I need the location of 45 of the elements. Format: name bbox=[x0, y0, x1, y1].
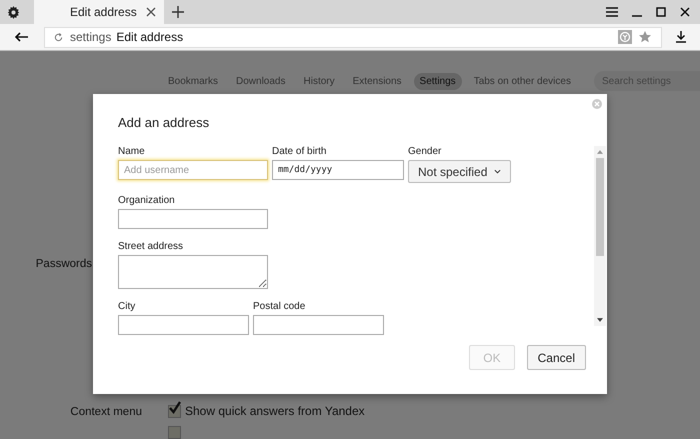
field-label: Name bbox=[118, 146, 145, 157]
section-label: Passwords bbox=[34, 257, 92, 270]
settings-tab[interactable]: Extensions bbox=[346, 72, 408, 90]
field-label: Date of birth bbox=[272, 146, 326, 157]
checkbox[interactable] bbox=[168, 426, 181, 439]
dialog-title: Add an address bbox=[118, 115, 210, 130]
browser-tab[interactable]: Edit address bbox=[34, 0, 164, 24]
field-label: Postal code bbox=[253, 301, 306, 312]
dialog-button[interactable]: Cancel bbox=[526, 345, 586, 370]
close-icon[interactable] bbox=[146, 7, 156, 17]
url-prefix: settings bbox=[70, 30, 112, 44]
section-label: Context menu bbox=[69, 405, 142, 418]
settings-tab[interactable]: Tabs on other devices bbox=[468, 72, 577, 90]
field-label: Street address bbox=[118, 241, 184, 252]
address-bar[interactable]: settings Edit address bbox=[44, 26, 662, 48]
plus-icon[interactable] bbox=[172, 6, 184, 18]
scroll-down-arrow-icon[interactable] bbox=[597, 318, 603, 322]
download-icon[interactable] bbox=[676, 31, 686, 43]
field-label: Organization bbox=[118, 195, 175, 206]
field-label: City bbox=[118, 301, 136, 312]
scroll-up-arrow-icon[interactable] bbox=[597, 150, 603, 154]
reload-icon[interactable] bbox=[54, 32, 63, 42]
input-field[interactable] bbox=[118, 209, 268, 229]
chevron-down-icon bbox=[494, 169, 502, 174]
star-icon[interactable] bbox=[639, 31, 651, 43]
page-title: Edit address bbox=[116, 30, 184, 44]
field-label: Gender bbox=[408, 146, 442, 157]
input-field[interactable] bbox=[118, 315, 249, 335]
scrollbar[interactable] bbox=[594, 146, 606, 326]
back-arrow-icon[interactable] bbox=[15, 32, 29, 42]
settings-tab[interactable]: Settings bbox=[414, 72, 462, 90]
tab-title: Edit address bbox=[70, 5, 137, 19]
settings-tab[interactable]: Downloads bbox=[230, 72, 292, 90]
textarea-field[interactable] bbox=[118, 255, 268, 289]
settings-tab[interactable]: History bbox=[298, 72, 341, 90]
settings-icon[interactable] bbox=[7, 6, 20, 18]
gender-dropdown[interactable]: Not specified bbox=[408, 160, 512, 183]
input-field[interactable]: Add username bbox=[118, 160, 268, 180]
maximize-icon[interactable] bbox=[656, 7, 666, 17]
close-icon[interactable] bbox=[680, 7, 690, 17]
settings-tab[interactable]: Bookmarks bbox=[162, 72, 224, 90]
menu-icon[interactable] bbox=[606, 7, 618, 17]
date-field[interactable]: mm/dd/yyyy bbox=[272, 160, 404, 180]
checkbox-label: Show quick answers from Yandex bbox=[185, 404, 365, 418]
input-field[interactable] bbox=[253, 315, 384, 335]
